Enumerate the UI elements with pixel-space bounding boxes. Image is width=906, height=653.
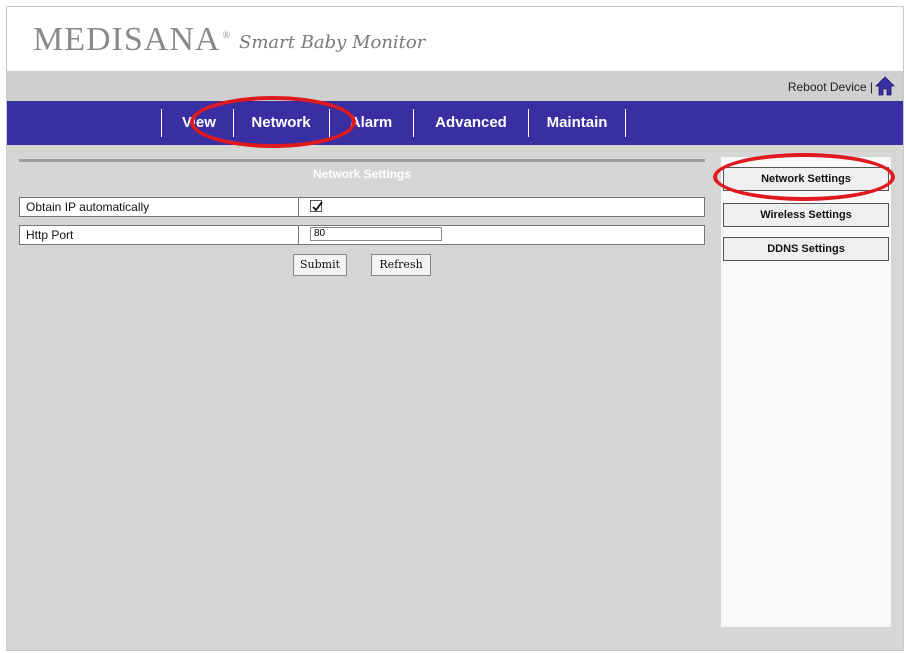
reboot-device-link[interactable]: Reboot Device |	[788, 80, 873, 94]
section-divider	[19, 159, 705, 162]
trademark: ®	[222, 29, 232, 41]
nav-separator	[161, 109, 162, 137]
form-row-obtain-ip: Obtain IP automatically	[19, 197, 705, 217]
obtain-ip-label: Obtain IP automatically	[26, 200, 150, 214]
header: MEDISANA ® Smart Baby Monitor	[7, 7, 903, 71]
nav-separator	[329, 109, 330, 137]
brand-name: MEDISANA	[33, 21, 221, 58]
http-port-label: Http Port	[26, 228, 74, 242]
http-port-input[interactable]: 80	[310, 227, 442, 241]
form-row-http-port: Http Port 80	[19, 225, 705, 245]
side-item-network-settings[interactable]: Network Settings	[723, 167, 889, 191]
check-icon	[312, 201, 323, 212]
submit-button[interactable]: Submit	[293, 254, 347, 276]
side-item-ddns-settings[interactable]: DDNS Settings	[723, 237, 889, 261]
nav-separator	[528, 109, 529, 137]
side-menu: Network Settings Wireless Settings DDNS …	[721, 157, 891, 627]
nav-item-view[interactable]: View	[167, 101, 231, 145]
brand-logo: MEDISANA ®	[33, 21, 231, 59]
nav-separator	[233, 109, 234, 137]
nav-item-advanced[interactable]: Advanced	[417, 101, 525, 145]
cell-divider	[298, 226, 299, 244]
home-icon[interactable]	[875, 76, 895, 96]
obtain-ip-checkbox[interactable]	[310, 200, 323, 212]
nav-separator	[413, 109, 414, 137]
side-item-wireless-settings[interactable]: Wireless Settings	[723, 203, 889, 227]
nav-separator	[625, 109, 626, 137]
section-title: Network Settings	[312, 167, 411, 181]
app-window: MEDISANA ® Smart Baby Monitor Reboot Devi…	[6, 6, 904, 651]
brand-tagline: Smart Baby Monitor	[239, 32, 426, 53]
nav-item-alarm[interactable]: Alarm	[333, 101, 409, 145]
nav-item-network[interactable]: Network	[237, 101, 325, 145]
cell-divider	[298, 198, 299, 216]
nav-item-maintain[interactable]: Maintain	[532, 101, 622, 145]
top-toolbar: Reboot Device |	[7, 71, 903, 101]
main-nav: View Network Alarm Advanced Maintain	[7, 101, 903, 145]
refresh-button[interactable]: Refresh	[371, 254, 431, 276]
